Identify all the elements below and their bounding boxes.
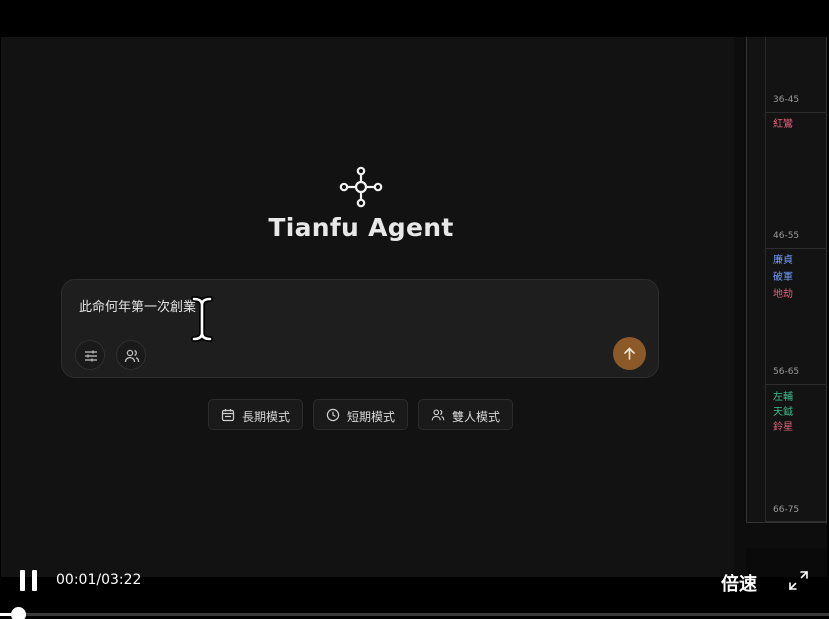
star-label: 紅鸞 bbox=[773, 119, 793, 130]
text-cursor-icon bbox=[191, 296, 213, 342]
calendar-icon bbox=[221, 409, 235, 422]
pause-icon[interactable] bbox=[20, 570, 38, 591]
palace-cell: 66-75 bbox=[765, 385, 827, 522]
star-label: 地劫 bbox=[773, 289, 793, 300]
progress-bar[interactable] bbox=[0, 607, 829, 619]
palace-cell: 46-55 bbox=[765, 113, 827, 249]
prompt-input[interactable]: 此命何年第一次創業 bbox=[79, 296, 196, 315]
send-button[interactable] bbox=[613, 337, 646, 370]
age-range: 66-75 bbox=[773, 505, 800, 515]
star-label: 破軍 bbox=[773, 272, 793, 283]
star-label: 天鉞 bbox=[773, 407, 793, 418]
age-range: 46-55 bbox=[773, 231, 800, 241]
users-icon bbox=[431, 409, 445, 421]
dual-mode-button[interactable]: 雙人模式 bbox=[418, 399, 513, 430]
video-controls: 00:01/03:22 倍速 bbox=[0, 560, 829, 619]
star-label: 左輔 bbox=[773, 392, 793, 403]
fullscreen-icon[interactable] bbox=[788, 570, 809, 591]
arrow-up-icon bbox=[624, 347, 635, 360]
long-term-mode-button[interactable]: 長期模式 bbox=[208, 399, 303, 430]
app-title: Tianfu Agent bbox=[268, 213, 454, 242]
palace-cell: 36-45 bbox=[765, 37, 827, 113]
age-range: 56-65 bbox=[773, 367, 800, 377]
progress-knob[interactable] bbox=[11, 607, 27, 619]
playback-time: 00:01/03:22 bbox=[56, 572, 142, 588]
playback-speed-button[interactable]: 倍速 bbox=[721, 570, 757, 596]
mode-label: 長期模式 bbox=[242, 410, 291, 424]
users-icon bbox=[124, 349, 140, 363]
age-range: 36-45 bbox=[773, 95, 800, 105]
agent-main-area: Tianfu Agent 此命何年第一次創業 長期模式 短期模式 雙人模式 bbox=[1, 37, 734, 577]
mode-label: 短期模式 bbox=[347, 410, 396, 424]
people-button[interactable] bbox=[116, 340, 146, 370]
mode-label: 雙人模式 bbox=[452, 410, 501, 424]
astrology-chart-panel: 36-45 46-55 56-65 66-75 紅鸞 廉貞 破軍 地劫 左輔 天… bbox=[734, 37, 827, 577]
settings-button[interactable] bbox=[75, 340, 105, 370]
video-frame: Tianfu Agent 此命何年第一次創業 長期模式 短期模式 雙人模式 36… bbox=[1, 37, 827, 577]
network-hub-icon bbox=[339, 166, 383, 208]
clock-icon bbox=[326, 408, 340, 422]
prompt-composer[interactable]: 此命何年第一次創業 bbox=[61, 279, 659, 378]
sliders-icon bbox=[85, 350, 97, 362]
top-black-bar bbox=[0, 0, 829, 37]
star-label: 鈴星 bbox=[773, 422, 793, 433]
star-label: 廉貞 bbox=[773, 255, 793, 266]
palace-cell: 56-65 bbox=[765, 249, 827, 385]
short-term-mode-button[interactable]: 短期模式 bbox=[313, 399, 408, 430]
